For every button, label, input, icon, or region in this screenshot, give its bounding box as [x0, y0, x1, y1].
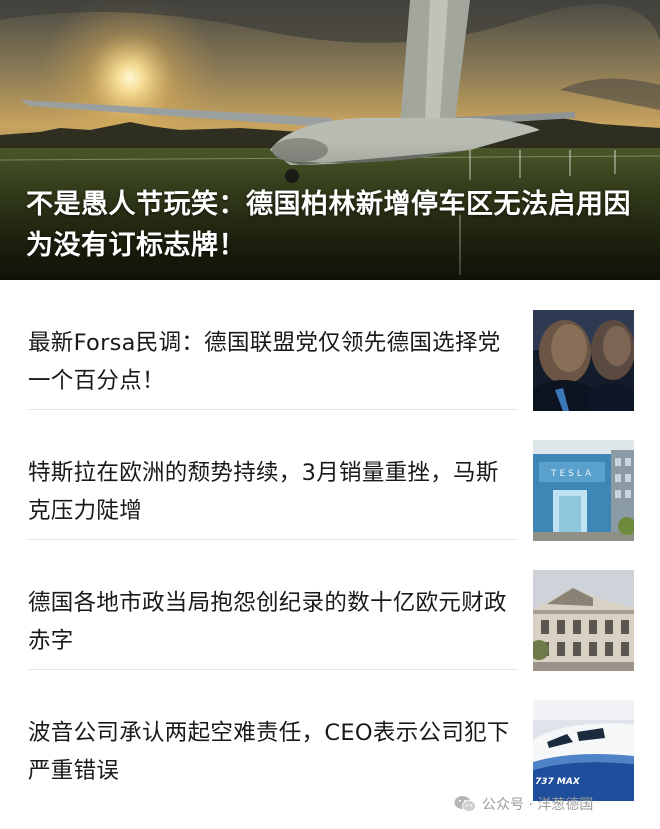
news-list: 最新Forsa民调：德国联盟党仅领先德国选择党一个百分点！ 特斯拉在欧洲的颓势持…: [0, 280, 660, 801]
article-list-page: 不是愚人节玩笑：德国柏林新增停车区无法启用因为没有订标志牌！ 最新Forsa民调…: [0, 0, 660, 829]
svg-text:TESLA: TESLA: [550, 469, 594, 479]
wechat-icon: [454, 796, 476, 812]
news-title: 德国各地市政当局抱怨创纪录的数十亿欧元财政赤字: [28, 590, 507, 654]
tesla-store-photo-thumbnail: TESLA: [533, 440, 634, 541]
watermark-text: 公众号 · 洋葱德国: [482, 797, 594, 813]
boeing-737-max-photo-thumbnail: 737 MAX: [533, 700, 634, 801]
hero-article[interactable]: 不是愚人节玩笑：德国柏林新增停车区无法启用因为没有订标志牌！: [0, 0, 660, 280]
news-title: 波音公司承认两起空难责任，CEO表示公司犯下严重错误: [28, 720, 510, 784]
news-title: 特斯拉在欧洲的颓势持续，3月销量重挫，马斯克压力陡增: [28, 460, 499, 524]
news-item[interactable]: 德国各地市政当局抱怨创纪录的数十亿欧元财政赤字: [0, 540, 660, 671]
city-hall-photo-thumbnail: [533, 570, 634, 671]
politicians-photo-thumbnail: [533, 310, 634, 411]
boeing-label: 737 MAX: [535, 777, 581, 787]
news-item[interactable]: 最新Forsa民调：德国联盟党仅领先德国选择党一个百分点！: [0, 280, 660, 411]
news-item[interactable]: 特斯拉在欧洲的颓势持续，3月销量重挫，马斯克压力陡增 TESLA: [0, 410, 660, 541]
news-title: 最新Forsa民调：德国联盟党仅领先德国选择党一个百分点！: [28, 330, 501, 394]
watermark: 公众号 · 洋葱德国: [454, 792, 593, 816]
hero-title: 不是愚人节玩笑：德国柏林新增停车区无法启用因为没有订标志牌！: [26, 189, 631, 261]
news-item[interactable]: 波音公司承认两起空难责任，CEO表示公司犯下严重错误 737 MAX: [0, 670, 660, 801]
